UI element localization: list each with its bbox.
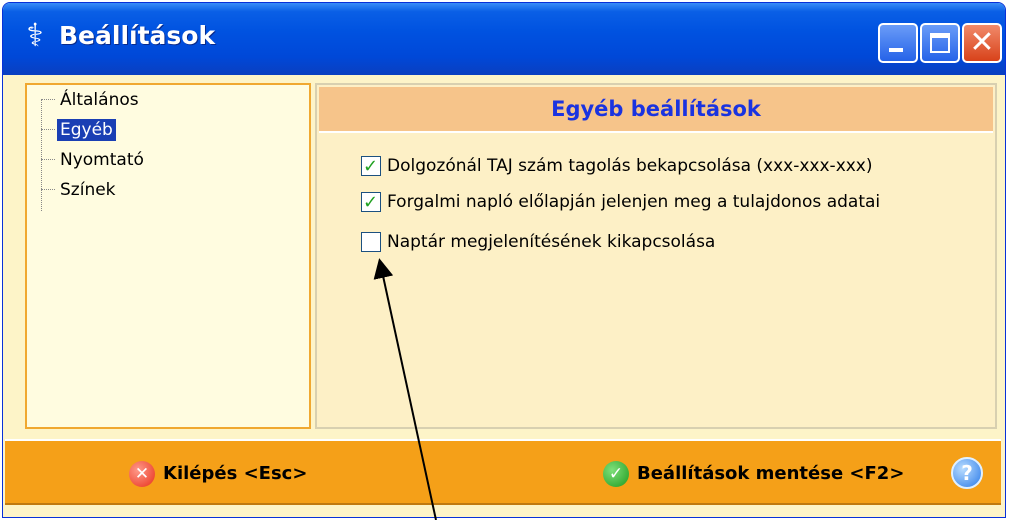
minimize-button[interactable] bbox=[878, 23, 918, 63]
checkbox-naptar-kikapcsolas[interactable] bbox=[361, 232, 381, 252]
maximize-button[interactable] bbox=[920, 23, 960, 63]
tree-item-altalanos[interactable]: Általános bbox=[57, 89, 142, 111]
title-bar[interactable]: ⚕ Beállítások ✕ bbox=[3, 3, 1005, 75]
exit-label: Kilépés <Esc> bbox=[163, 463, 308, 484]
window-title: Beállítások bbox=[59, 21, 216, 50]
settings-window: ⚕ Beállítások ✕ Általános Egyéb Nyomtató… bbox=[2, 2, 1006, 518]
checkbox-tulajdonos-adatai[interactable]: ✓ bbox=[361, 192, 381, 213]
save-settings-button[interactable]: ✓ Beállítások mentése <F2> bbox=[603, 459, 904, 489]
exit-button[interactable]: ✕ Kilépés <Esc> bbox=[129, 459, 307, 489]
tree-item-szinek[interactable]: Színek bbox=[57, 179, 119, 201]
tree-connector bbox=[41, 99, 55, 100]
footer-bar: ✕ Kilépés <Esc> ✓ Beállítások mentése <F2>… bbox=[5, 439, 1001, 505]
save-label: Beállítások mentése <F2> bbox=[637, 463, 905, 484]
check-icon: ✓ bbox=[363, 192, 379, 213]
settings-tree: Általános Egyéb Nyomtató Színek bbox=[25, 83, 311, 429]
check-icon: ✓ bbox=[603, 461, 629, 487]
option-label: Forgalmi napló előlapján jelenjen meg a … bbox=[387, 192, 881, 212]
close-icon: ✕ bbox=[969, 25, 995, 60]
tree-item-egyeb[interactable]: Egyéb bbox=[57, 119, 116, 141]
caduceus-icon: ⚕ bbox=[26, 16, 44, 54]
tree-connector bbox=[41, 189, 55, 190]
client-area: Általános Egyéb Nyomtató Színek Egyéb be… bbox=[3, 75, 1005, 517]
help-icon[interactable]: ? bbox=[951, 457, 983, 489]
tree-connector bbox=[41, 99, 42, 211]
panel-title: Egyéb beállítások bbox=[551, 97, 761, 121]
checkbox-taj-tagolas[interactable]: ✓ bbox=[361, 156, 381, 177]
option-label: Dolgozónál TAJ szám tagolás bekapcsolása… bbox=[387, 156, 873, 176]
exit-icon: ✕ bbox=[129, 461, 155, 487]
minimize-icon bbox=[889, 48, 903, 52]
close-button[interactable]: ✕ bbox=[962, 23, 1002, 63]
option-label: Naptár megjelenítésének kikapcsolása bbox=[387, 232, 716, 252]
panel-header: Egyéb beállítások bbox=[319, 87, 993, 133]
tree-connector bbox=[41, 159, 55, 160]
settings-panel: Egyéb beállítások ✓ Dolgozónál TAJ szám … bbox=[315, 83, 997, 429]
tree-connector bbox=[41, 129, 55, 130]
check-icon: ✓ bbox=[363, 156, 379, 177]
tree-item-nyomtato[interactable]: Nyomtató bbox=[57, 149, 147, 171]
maximize-icon bbox=[930, 33, 950, 53]
